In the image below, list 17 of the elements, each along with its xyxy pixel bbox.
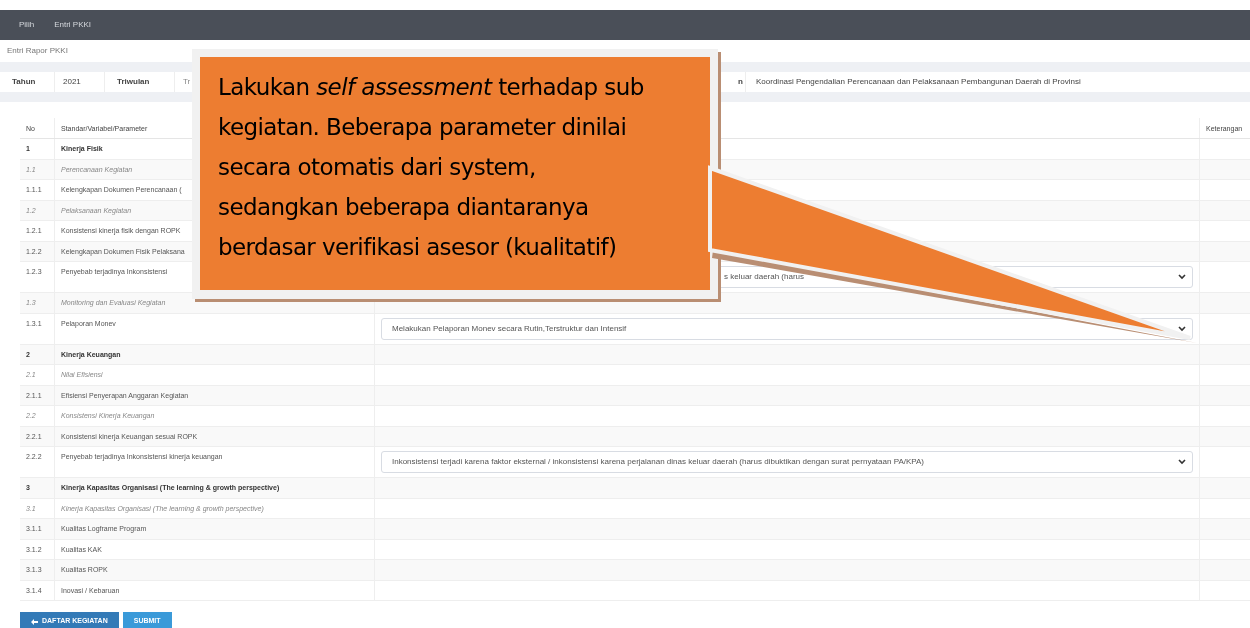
dropdown-value: Inkonsistensi terjadi karena faktor eksternal / inkonsistensi karena perjalanan dinas keluar daerah (harus dibuktikan dengan surat pernyataan PA/KPA)	[392, 456, 924, 468]
callout-line: Lakukan self assessment terhadap sub	[218, 73, 645, 102]
info-value: Koordinasi Pengendalian Perencanaan dan Pelaksanaan Pembangunan Daerah di Provinsi	[755, 76, 1082, 88]
dropdown-field[interactable]: Melakukan Pelaporan Monev secara Rutin,Terstruktur dan Intensif	[381, 317, 1193, 340]
info-label: Triwulan	[105, 72, 175, 92]
dropdown-field[interactable]: Inkonsistensi terjadi karena faktor eksternal / inkonsistensi karena perjalanan dinas keluar daerah (harus dibuktikan dengan surat pernyataan PA/KPA)	[381, 451, 1193, 473]
dropdown-value: s keluar daerah (harus	[724, 271, 805, 283]
chevron-down-icon	[1178, 459, 1186, 465]
info-value: 2021	[55, 72, 105, 92]
nav-link[interactable]: Entri PKKI	[54, 19, 92, 31]
chevron-down-icon	[1178, 274, 1186, 280]
nav-link[interactable]: Pilih	[19, 19, 35, 31]
chevron-down-icon	[1178, 325, 1186, 332]
page-title: Entri Rapor PKKI	[6, 45, 69, 57]
dropdown-value: Melakukan Pelaporan Monev secara Rutin,Terstruktur dan Intensif	[392, 322, 627, 335]
arrow-left-icon	[31, 618, 38, 625]
info-label: Tahun	[0, 72, 55, 92]
